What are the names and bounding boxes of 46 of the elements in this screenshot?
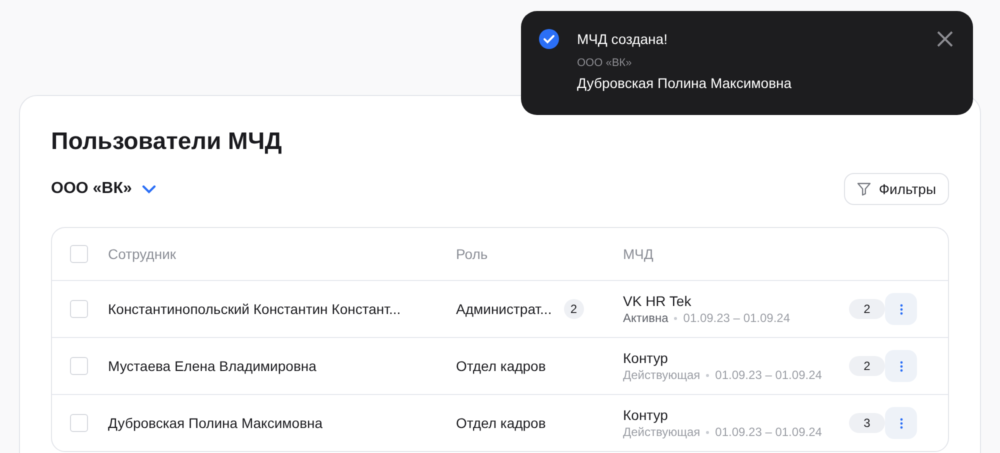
chevron-down-icon: [142, 184, 156, 194]
mchd-status: Активна: [623, 311, 668, 325]
mchd-name: Контур: [623, 407, 669, 423]
more-vertical-icon: [900, 360, 902, 372]
employee-name: Константинопольский Константин Констант...: [108, 301, 402, 317]
more-vertical-icon: [900, 418, 902, 428]
role-name: Администрат...: [456, 301, 552, 317]
mchd-count-badge: 2: [849, 299, 885, 319]
separator-dot-icon: [674, 316, 678, 320]
role-name: Отдел кадров: [456, 415, 546, 431]
role-count-badge: 2: [564, 299, 584, 319]
row-checkbox[interactable]: [70, 300, 88, 318]
mchd-status: Действующая: [623, 368, 700, 382]
close-button[interactable]: [935, 29, 955, 49]
mchd-period: 01.09.23 – 01.09.24: [715, 368, 822, 382]
mchd-status: Действующая: [623, 425, 700, 439]
row-checkbox[interactable]: [70, 414, 88, 432]
toast-title: МЧД создана!: [577, 31, 668, 47]
role-name: Отдел кадров: [456, 358, 546, 374]
check-circle-icon: [539, 29, 559, 49]
toast-organization: ООО «ВК»: [577, 57, 633, 69]
toast-person: Дубровская Полина Максимовна: [577, 75, 793, 91]
column-header: Роль: [456, 246, 489, 262]
separator-dot-icon: [706, 374, 710, 376]
page-title: Пользователи МЧД: [51, 127, 282, 157]
filters-button[interactable]: Фильтры: [844, 173, 949, 205]
organization-selector[interactable]: ООО «ВК»: [51, 180, 156, 198]
column-header: Сотрудник: [108, 246, 178, 262]
mchd-period: 01.09.23 – 01.09.24: [715, 425, 822, 439]
column-header: МЧД: [623, 246, 654, 262]
close-icon: [935, 29, 955, 49]
more-button[interactable]: [885, 407, 917, 439]
mchd-name: VK HR Tek: [623, 293, 692, 309]
mchd-name: Контур: [623, 350, 669, 366]
employee-name: Дубровская Полина Максимовна: [108, 415, 324, 431]
more-button[interactable]: [885, 293, 917, 325]
separator-dot-icon: [706, 430, 710, 434]
row-checkbox[interactable]: [70, 357, 88, 375]
filter-icon: [856, 182, 871, 196]
more-button[interactable]: [885, 350, 917, 382]
more-vertical-icon: [900, 304, 902, 314]
mchd-period: 01.09.23 – 01.09.24: [683, 311, 790, 325]
mchd-count-badge: 2: [849, 356, 885, 376]
employee-name: Мустаева Елена Владимировна: [108, 358, 318, 374]
mchd-count-badge: 3: [849, 413, 885, 433]
select-all-checkbox[interactable]: [70, 245, 88, 263]
